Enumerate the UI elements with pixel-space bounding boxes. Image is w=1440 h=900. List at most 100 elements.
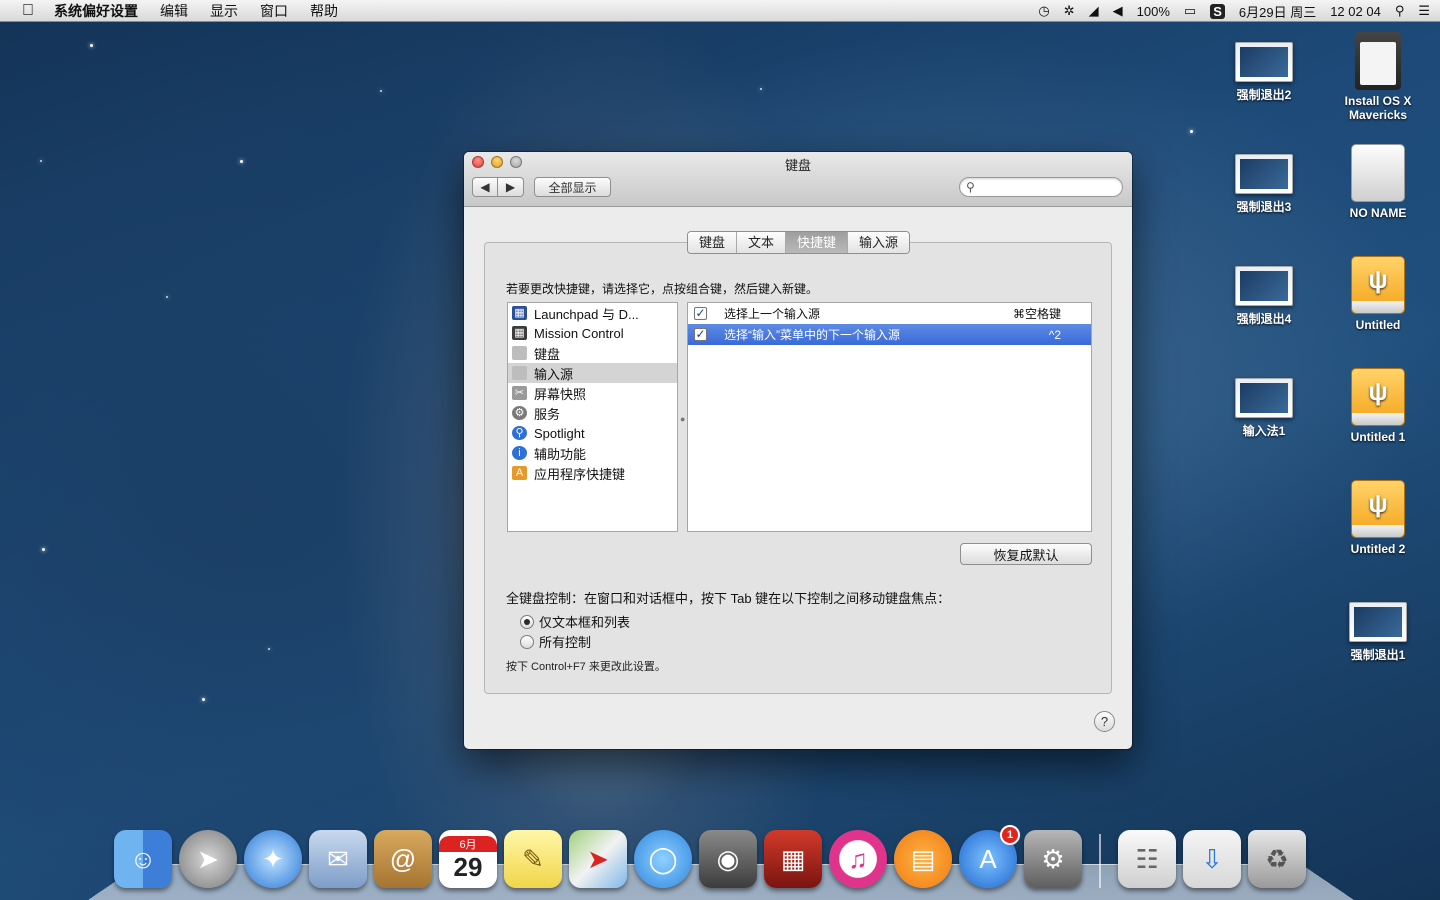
screenshot-file-icon [1349, 602, 1407, 642]
contacts-icon[interactable]: @ [374, 830, 432, 888]
mail-icon[interactable]: ✉ [309, 830, 367, 888]
bluetooth-icon[interactable]: ✲ [1064, 3, 1075, 19]
desktop-icon[interactable]: Install OS X Mavericks [1326, 32, 1430, 122]
maps-icon[interactable]: ➤ [569, 830, 627, 888]
downloads-stack-icon[interactable]: ⇩ [1183, 830, 1241, 888]
help-button[interactable]: ? [1094, 711, 1115, 732]
itunes-icon[interactable]: ♫ [829, 830, 887, 888]
launchpad-icon[interactable]: ➤ [179, 830, 237, 888]
photo-booth-icon[interactable]: ▦ [764, 830, 822, 888]
radio-text-boxes-lists[interactable]: 仅文本框和列表 [520, 612, 630, 631]
desktop-icon[interactable]: ψ Untitled 1 [1326, 368, 1430, 444]
menu-window[interactable]: 窗口 [260, 1, 288, 21]
desktop-icon[interactable]: 强制退出3 [1212, 154, 1316, 215]
shortcut-list[interactable]: ✓ 选择上一个输入源 ⌘空格键 ✓ 选择“输入”菜单中的下一个输入源 ^2 [687, 302, 1092, 532]
apple-menu-icon[interactable]:  [18, 2, 38, 20]
screenshot-file-icon [1235, 42, 1293, 82]
instruction-text: 若要更改快捷键，请选择它，点按组合键，然后键入新键。 [506, 282, 819, 296]
menu-view[interactable]: 显示 [210, 1, 238, 21]
spotlight-search-icon[interactable]: ⚲ [1395, 3, 1405, 19]
category-launchpad[interactable]: ▦ Launchpad 与 D... [508, 303, 677, 323]
shortcut-row-next-input[interactable]: ✓ 选择“输入”菜单中的下一个输入源 ^2 [688, 324, 1091, 345]
system-preferences-icon[interactable]: ⚙ [1024, 830, 1082, 888]
facetime-icon[interactable]: ◉ [699, 830, 757, 888]
volume-icon[interactable]: ◀ [1113, 3, 1123, 19]
radio-label: 仅文本框和列表 [539, 615, 631, 630]
radio-button[interactable] [520, 614, 534, 629]
desktop-icon[interactable]: ψ Untitled [1326, 256, 1430, 332]
time-machine-icon[interactable]: ◷ [1038, 3, 1049, 19]
input-method-icon[interactable]: S [1210, 3, 1225, 19]
menu-time[interactable]: 12 02 04 [1330, 4, 1381, 19]
star [90, 44, 93, 47]
shortcut-checkbox[interactable]: ✓ [694, 307, 707, 320]
restore-defaults-button[interactable]: 恢复成默认 [960, 543, 1092, 565]
desktop-icon-label: Install OS X Mavericks [1344, 94, 1412, 122]
split-divider-handle[interactable]: ● [680, 414, 685, 424]
show-all-button[interactable]: 全部显示 [534, 177, 611, 197]
forward-button[interactable]: ▶ [498, 177, 524, 197]
desktop-icon[interactable]: ψ Untitled 2 [1326, 480, 1430, 556]
desktop-icon[interactable]: 强制退出2 [1212, 42, 1316, 103]
back-button[interactable]: ◀ [472, 177, 498, 197]
safari-icon[interactable]: ✦ [244, 830, 302, 888]
gear-icon: ⚙ [512, 406, 527, 420]
star [202, 698, 205, 701]
desktop-icon-label: 强制退出1 [1350, 648, 1406, 662]
battery-icon[interactable]: ▭ [1184, 3, 1196, 19]
category-label: 服务 [534, 406, 561, 422]
category-list[interactable]: ▦ Launchpad 与 D... ▦ Mission Control 键盘 输入… [507, 302, 678, 532]
app-store-icon[interactable]: A 1 [959, 825, 1020, 888]
status-area: ◷ ✲ ◢ ◀ 100% ▭ S 6月29日 周三 12 02 04 ⚲ ☰ [1038, 0, 1430, 22]
notes-icon[interactable]: ✎ [504, 830, 562, 888]
search-field[interactable]: ⚲ [959, 177, 1123, 197]
radio-all-controls[interactable]: 所有控制 [520, 632, 591, 651]
desktop-icon[interactable]: NO NAME [1326, 144, 1430, 220]
menu-app-name[interactable]: 系统偏好设置 [54, 1, 138, 21]
desktop-icon[interactable]: 输入法1 [1212, 378, 1316, 439]
notification-center-icon[interactable]: ☰ [1418, 3, 1430, 19]
desktop-icon[interactable]: 强制退出4 [1212, 266, 1316, 327]
menu-date[interactable]: 6月29日 周三 [1239, 2, 1316, 21]
menu-edit[interactable]: 编辑 [160, 1, 188, 21]
title-bar[interactable]: 键盘 ◀ ▶ 全部显示 ⚲ [464, 152, 1132, 207]
category-spotlight[interactable]: ⚲ Spotlight [508, 423, 677, 443]
category-mission-control[interactable]: ▦ Mission Control [508, 323, 677, 343]
documents-stack-icon[interactable]: ☷ [1118, 830, 1176, 888]
category-label: Launchpad 与 D... [534, 306, 639, 322]
desktop-icon-label: Untitled 2 [1350, 542, 1406, 556]
tab-text[interactable]: 文本 [737, 232, 787, 253]
sd-card-icon [1355, 32, 1401, 90]
star [380, 90, 382, 92]
tab-keyboard[interactable]: 键盘 [688, 232, 738, 253]
category-app-shortcuts[interactable]: A 应用程序快捷键 [508, 463, 677, 483]
category-input-sources[interactable]: 输入源 [508, 363, 677, 383]
battery-percent[interactable]: 100% [1137, 4, 1170, 19]
shortcut-row-previous-input[interactable]: ✓ 选择上一个输入源 ⌘空格键 [688, 303, 1091, 324]
star [42, 548, 45, 551]
messages-icon[interactable]: ◯ [634, 830, 692, 888]
screenshot-file-icon [1235, 266, 1293, 306]
trash-icon[interactable]: ♻ [1248, 830, 1306, 888]
shortcut-key[interactable]: ^2 [1049, 328, 1061, 342]
shortcut-key[interactable]: ⌘空格键 [1013, 305, 1061, 322]
category-keyboard[interactable]: 键盘 [508, 343, 677, 363]
radio-label: 所有控制 [539, 635, 592, 650]
search-input[interactable] [982, 179, 1117, 195]
category-services[interactable]: ⚙ 服务 [508, 403, 677, 423]
screenshot-file-icon [1235, 154, 1293, 194]
radio-button[interactable] [520, 634, 534, 649]
menu-help[interactable]: 帮助 [310, 1, 338, 21]
app-store-badge: 1 [1000, 825, 1020, 845]
tab-input-sources[interactable]: 输入源 [848, 232, 910, 253]
shortcut-checkbox[interactable]: ✓ [694, 328, 707, 341]
calendar-icon[interactable]: 6月 29 [439, 830, 497, 888]
category-screenshots[interactable]: ✂ 屏幕快照 [508, 383, 677, 403]
desktop-icon[interactable]: 强制退出1 [1326, 602, 1430, 663]
tab-shortcuts[interactable]: 快捷键 [786, 232, 849, 253]
category-accessibility[interactable]: i 辅助功能 [508, 443, 677, 463]
finder-icon[interactable]: ☺ [114, 830, 172, 888]
usb-drive-icon: ψ [1351, 368, 1405, 426]
wifi-icon[interactable]: ◢ [1089, 3, 1099, 19]
ibooks-icon[interactable]: ▤ [894, 830, 952, 888]
